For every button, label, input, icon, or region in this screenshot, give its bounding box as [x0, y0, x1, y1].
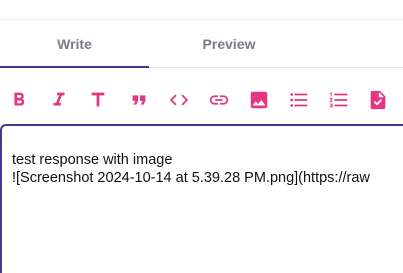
code-icon [169, 94, 189, 106]
tab-write[interactable]: Write [0, 20, 149, 68]
markdown-textarea[interactable]: test response with image ![Screenshot 20… [0, 124, 403, 273]
heading-icon [91, 92, 105, 107]
image-button[interactable] [247, 88, 271, 112]
bulleted-list-icon [290, 93, 308, 107]
tab-write-label: Write [57, 36, 92, 52]
editor-content: test response with image ![Screenshot 20… [12, 152, 370, 186]
task-list-icon [370, 90, 386, 110]
bold-button[interactable] [7, 88, 31, 112]
tab-preview-label: Preview [202, 36, 256, 52]
tab-preview[interactable]: Preview [149, 20, 309, 68]
quote-button[interactable] [127, 88, 151, 112]
heading-button[interactable] [86, 88, 110, 112]
link-button[interactable] [207, 88, 231, 112]
image-icon [250, 91, 268, 109]
quote-icon [132, 95, 146, 105]
markdown-editor: Write Preview test response with image !… [0, 0, 403, 273]
italic-icon [53, 92, 65, 106]
numbered-list-icon [329, 92, 348, 108]
code-button[interactable] [167, 88, 191, 112]
active-tab-indicator [0, 66, 149, 68]
bulleted-list-button[interactable] [287, 88, 311, 112]
formatting-toolbar [0, 88, 403, 114]
bold-icon [14, 92, 25, 106]
task-list-button[interactable] [366, 88, 390, 112]
editor-tabs: Write Preview [0, 20, 403, 68]
numbered-list-button[interactable] [327, 88, 351, 112]
italic-button[interactable] [47, 88, 71, 112]
link-icon [209, 95, 229, 105]
